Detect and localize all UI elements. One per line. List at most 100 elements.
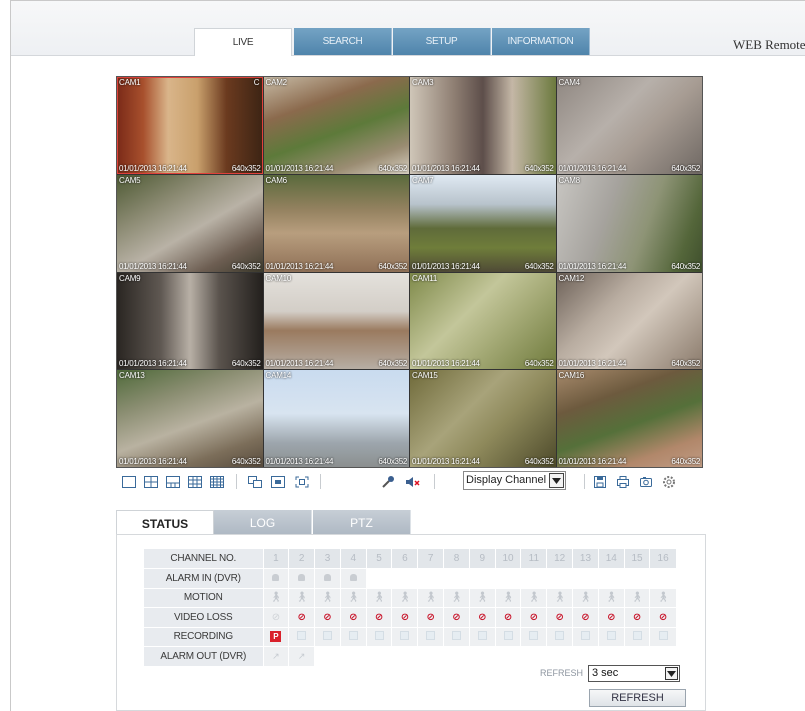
alarm-out-cell (339, 646, 367, 667)
camera-tile-12[interactable]: CAM12 01/01/2013 16:21:44 640x352 (556, 272, 702, 370)
video-loss-icon: ⊘ (271, 611, 281, 623)
channel-number-cell: 13 (572, 549, 599, 569)
osd-icon[interactable] (270, 474, 286, 489)
camera-tile-11[interactable]: CAM11 01/01/2013 16:21:44 640x352 (410, 272, 556, 370)
channel-number-cell: 5 (365, 549, 392, 569)
fullscreen-icon[interactable] (294, 474, 310, 489)
motion-cell: 🚶︎ (262, 588, 289, 608)
display-channel-select[interactable]: Display Channel (463, 471, 566, 490)
video-loss-icon: ⊘ (297, 611, 306, 623)
motion-cell: 🚶︎ (597, 588, 625, 608)
tab-ptz[interactable]: PTZ (313, 510, 411, 535)
alarm-out-cell (572, 646, 599, 667)
camera-resolution: 640x352 (231, 261, 261, 271)
camera-tile-6[interactable]: CAM6 01/01/2013 16:21:44 640x352 (263, 174, 409, 272)
row-label: RECORDING (144, 627, 263, 647)
snapshot-icon[interactable] (638, 474, 654, 489)
camera-tile-10[interactable]: CAM10 01/01/2013 16:21:44 640x352 (263, 272, 409, 370)
tab-information[interactable]: INFORMATION (492, 28, 590, 55)
recording-marker: P (270, 631, 282, 643)
video-loss-icon: ⊘ (555, 611, 564, 623)
motion-row: MOTION 🚶︎ 🚶︎ 🚶︎ 🚶︎ 🚶︎ 🚶︎ 🚶︎ 🚶︎ 🚶︎ 🚶︎ 🚶︎ 🚶︎ 🚶︎ 🚶︎ 🚶︎ 🚶︎ (144, 588, 676, 608)
camera-tile-1[interactable]: CAM1 C 01/01/2013 16:21:44 640x352 (117, 77, 263, 174)
camera-tile-13[interactable]: CAM13 01/01/2013 16:21:44 640x352 (117, 370, 263, 467)
motion-person-icon: 🚶︎ (269, 592, 283, 604)
recording-indicator-icon (503, 630, 513, 640)
recording-cell (339, 627, 367, 647)
refresh-button[interactable]: REFRESH (589, 689, 686, 707)
camera-resolution: 640x352 (378, 457, 407, 466)
save-icon[interactable] (592, 474, 608, 489)
recording-cell (572, 627, 599, 647)
split-9-view-icon[interactable] (187, 474, 203, 489)
camera-tile-16[interactable]: CAM16 01/01/2013 16:21:44 640x352 (556, 370, 702, 467)
split-6-view-icon[interactable] (165, 474, 181, 489)
speaker-mute-icon[interactable] (405, 474, 421, 489)
motion-person-icon: 🚶︎ (604, 592, 618, 604)
alarm-out-icon: ↗ (297, 650, 306, 661)
toolbar-divider (320, 474, 321, 489)
camera-resolution: 640x352 (231, 359, 261, 369)
tab-setup[interactable]: SETUP (393, 28, 491, 55)
recording-cell (520, 627, 547, 647)
camera-label: CAM10 (265, 273, 292, 283)
tab-live[interactable]: LIVE (194, 28, 292, 56)
recording-cell (314, 627, 341, 647)
motion-person-icon: 🚶︎ (527, 592, 541, 604)
camera-tile-7[interactable]: CAM7 01/01/2013 16:21:44 640x352 (410, 174, 556, 272)
video-loss-icon: ⊘ (581, 611, 590, 623)
camera-tile-9[interactable]: CAM9 01/01/2013 16:21:44 640x352 (117, 272, 263, 370)
row-label: ALARM IN (DVR) (144, 568, 263, 589)
camera-tile-15[interactable]: CAM15 01/01/2013 16:21:44 640x352 (410, 370, 556, 467)
camera-timestamp: 01/01/2013 16:21:44 (558, 163, 627, 173)
camera-tile-3[interactable]: CAM3 01/01/2013 16:21:44 640x352 (410, 77, 556, 174)
alarm-in-cell (649, 568, 676, 589)
alarm-out-cell (417, 646, 444, 667)
motion-cell: 🚶︎ (314, 588, 341, 608)
camera-tile-8[interactable]: CAM8 01/01/2013 16:21:44 640x352 (556, 174, 702, 272)
channel-number-cell: 8 (443, 549, 470, 569)
toolbar-divider (434, 474, 435, 489)
recording-indicator-icon (426, 630, 436, 640)
tab-status[interactable]: STATUS (116, 510, 214, 536)
motion-cell: 🚶︎ (494, 588, 521, 608)
recording-indicator-icon (555, 630, 565, 640)
toolbar-divider (584, 474, 585, 489)
motion-person-icon: 🚶︎ (346, 592, 360, 604)
video-loss-cell: ⊘ (365, 607, 392, 628)
camera-label: CAM11 (412, 273, 438, 283)
channel-number-cell: 16 (649, 549, 676, 569)
channel-number-cell: 10 (494, 549, 521, 569)
refresh-interval-select[interactable]: 3 sec (588, 665, 680, 682)
camera-tile-14[interactable]: CAM14 01/01/2013 16:21:44 640x352 (263, 370, 409, 467)
camera-resolution: 640x352 (231, 457, 261, 466)
camera-tile-2[interactable]: CAM2 01/01/2013 16:21:44 640x352 (263, 77, 409, 174)
split-16-view-icon[interactable] (209, 474, 225, 489)
recording-cell (649, 627, 676, 647)
camera-resolution: 640x352 (671, 457, 700, 466)
row-label: MOTION (144, 588, 263, 608)
brand-title: WEB Remote (733, 37, 805, 52)
camera-resolution: 640x352 (671, 359, 700, 369)
tab-log[interactable]: LOG (214, 510, 312, 535)
camera-tile-5[interactable]: CAM5 01/01/2013 16:21:44 640x352 (117, 174, 263, 272)
print-icon[interactable] (615, 474, 631, 489)
camera-timestamp: 01/01/2013 16:21:44 (558, 359, 627, 369)
recording-indicator-icon (632, 630, 642, 640)
motion-cell: 🚶︎ (649, 588, 676, 608)
camera-tile-4[interactable]: CAM4 01/01/2013 16:21:44 640x352 (556, 77, 702, 174)
recording-cell (546, 627, 573, 647)
camera-resolution: 640x352 (378, 163, 407, 173)
quad-view-icon[interactable] (143, 474, 159, 489)
video-loss-icon: ⊘ (607, 611, 616, 623)
single-view-icon[interactable] (121, 474, 137, 489)
video-loss-cell: ⊘ (288, 607, 315, 628)
tab-search[interactable]: SEARCH (294, 28, 392, 55)
settings-icon[interactable] (661, 474, 677, 489)
sequence-icon[interactable] (247, 474, 263, 489)
video-loss-cell: ⊘ (391, 607, 418, 628)
channel-number-cell: 4 (339, 549, 367, 569)
audio-mic-icon[interactable] (380, 474, 396, 489)
video-loss-cell: ⊘ (572, 607, 599, 628)
camera-timestamp: 01/01/2013 16:21:44 (412, 457, 480, 466)
